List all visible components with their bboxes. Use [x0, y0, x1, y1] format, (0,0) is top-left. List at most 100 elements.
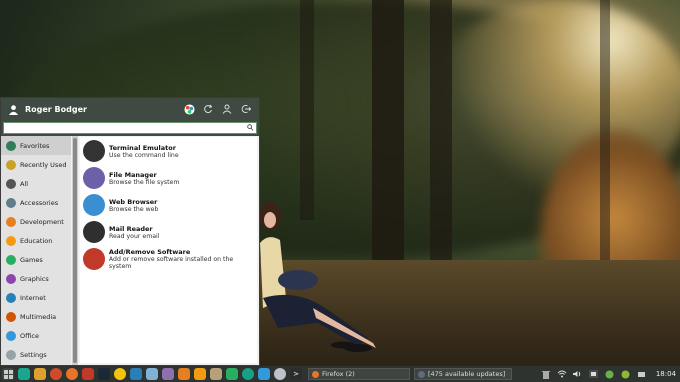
text-editor-icon[interactable]: [146, 368, 158, 380]
search-field[interactable]: [3, 122, 257, 134]
clock[interactable]: 18:04: [656, 370, 676, 378]
category-office[interactable]: Office: [1, 326, 71, 345]
scrollbar-thumb[interactable]: [73, 138, 77, 363]
category-label: Favorites: [20, 141, 50, 150]
app-text: Mail Reader Read your email: [109, 225, 159, 240]
power-manager-icon[interactable]: [636, 368, 648, 380]
category-all[interactable]: All: [1, 174, 71, 193]
search-row: [1, 120, 259, 136]
category-education[interactable]: Education: [1, 231, 71, 250]
category-label: Internet: [20, 293, 46, 302]
updates-task-icon: [418, 370, 425, 378]
updates-icon[interactable]: [242, 368, 254, 380]
app-description: Use the command line: [109, 151, 179, 159]
settings-icon: [6, 349, 16, 360]
app-file-manager[interactable]: File Manager Browse the file system: [80, 165, 257, 191]
gamepad-icon: [6, 254, 16, 265]
software-icon: [83, 248, 105, 270]
document-icon[interactable]: [178, 368, 190, 380]
app-description: Add or remove software installed on the …: [108, 256, 234, 270]
bookmark-icon: [6, 140, 16, 151]
app-name: Web Browser: [109, 197, 158, 206]
education-icon: [6, 235, 16, 246]
task-updates[interactable]: [475 available updates]: [414, 368, 512, 380]
category-multimedia[interactable]: Multimedia: [1, 307, 71, 326]
task-label: [475 available updates]: [428, 370, 506, 378]
category-label: All: [20, 179, 29, 188]
category-internet[interactable]: Internet: [1, 288, 71, 307]
settings-icon[interactable]: [274, 368, 286, 380]
app-name: Terminal Emulator: [109, 143, 176, 152]
menu-header: Roger Bodger: [1, 98, 259, 120]
applications-menu-icon[interactable]: [2, 368, 14, 380]
user-avatar-icon: [7, 103, 19, 115]
clock-icon: [6, 159, 16, 170]
category-label: Education: [20, 236, 53, 245]
power-icon[interactable]: [258, 368, 270, 380]
category-label: Games: [20, 255, 43, 264]
app-add-remove-software[interactable]: Add/Remove Software Add or remove softwar…: [80, 246, 257, 272]
category-scrollbar[interactable]: [72, 136, 78, 365]
network-icon[interactable]: [588, 368, 600, 380]
office-icon: [6, 330, 16, 341]
steam-icon[interactable]: [98, 368, 110, 380]
category-graphics[interactable]: Graphics: [1, 269, 71, 288]
category-label: Recently Used: [20, 160, 67, 169]
settings-manager-button[interactable]: [182, 102, 196, 116]
category-recently-used[interactable]: Recently Used: [1, 155, 71, 174]
menu-body: Favorites Recently Used All Accessories Deve…: [1, 136, 259, 365]
plugin-icon[interactable]: [620, 368, 632, 380]
app-text: Terminal Emulator Use the command line: [109, 144, 179, 159]
wifi-icon[interactable]: [556, 368, 568, 380]
task-firefox[interactable]: Firefox (2): [308, 368, 410, 380]
trash-icon[interactable]: [540, 368, 552, 380]
browser-icon[interactable]: [50, 368, 62, 380]
browser-icon: [83, 194, 105, 216]
app-name: Mail Reader: [109, 224, 153, 233]
app-description: Read your email: [109, 232, 160, 240]
mail-icon: [83, 221, 105, 243]
system-monitor-icon[interactable]: [226, 368, 238, 380]
app-mail-reader[interactable]: Mail Reader Read your email: [80, 219, 257, 245]
terminal-icon[interactable]: >: [290, 368, 302, 380]
accessories-icon: [6, 197, 16, 208]
category-games[interactable]: Games: [1, 250, 71, 269]
favorites-app-list: Terminal Emulator Use the command line Fil…: [80, 137, 257, 363]
log-out-button[interactable]: [239, 102, 253, 116]
app-text: Add/Remove Software Add or remove softwar…: [109, 248, 257, 270]
terminal-icon: [83, 140, 105, 162]
category-accessories[interactable]: Accessories: [1, 193, 71, 212]
notes-icon[interactable]: [162, 368, 174, 380]
show-desktop-icon[interactable]: [18, 368, 30, 380]
category-favorites[interactable]: Favorites: [1, 136, 71, 155]
app-name: File Manager: [109, 170, 157, 179]
update-notifier-icon[interactable]: [604, 368, 616, 380]
category-development[interactable]: Development: [1, 212, 71, 231]
app-terminal-emulator[interactable]: Terminal Emulator Use the command line: [80, 138, 257, 164]
category-list: Favorites Recently Used All Accessories Deve…: [1, 136, 71, 365]
mail-icon[interactable]: [82, 368, 94, 380]
switch-user-button[interactable]: [220, 102, 234, 116]
taskbar: > Firefox (2) [475 available updates] 18…: [0, 366, 680, 382]
media-player-icon[interactable]: [114, 368, 126, 380]
category-label: Accessories: [20, 198, 59, 207]
folder-icon: [83, 167, 105, 189]
search-input[interactable]: [4, 123, 256, 133]
volume-icon[interactable]: [572, 368, 584, 380]
category-label: Graphics: [20, 274, 49, 283]
lock-screen-button[interactable]: [201, 102, 215, 116]
woman-figure: [259, 202, 376, 352]
category-settings[interactable]: Settings: [1, 345, 71, 364]
gimp-icon[interactable]: [210, 368, 222, 380]
folder-icon[interactable]: [34, 368, 46, 380]
system-tray: 18:04: [538, 368, 680, 380]
category-label: Multimedia: [20, 312, 57, 321]
vlc-icon[interactable]: [194, 368, 206, 380]
image-viewer-icon[interactable]: [130, 368, 142, 380]
firefox-task-icon: [312, 370, 319, 378]
user-name: Roger Bodger: [25, 104, 87, 114]
firefox-icon[interactable]: [66, 368, 78, 380]
category-label: Development: [20, 217, 64, 226]
category-label: Settings: [20, 350, 47, 359]
app-web-browser[interactable]: Web Browser Browse the web: [80, 192, 257, 218]
